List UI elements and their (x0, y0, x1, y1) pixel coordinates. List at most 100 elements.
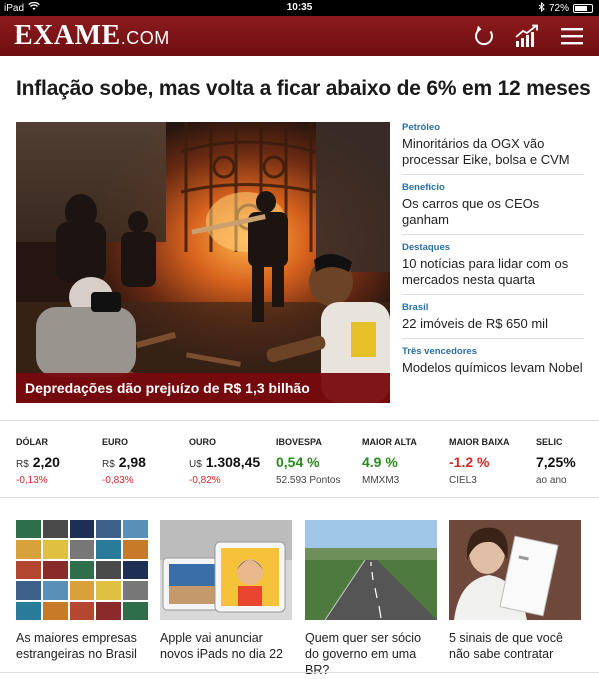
logo-tile (123, 520, 148, 539)
market-change: -0,83% (102, 475, 134, 486)
logo-tile (69, 520, 95, 539)
market-change: -0,13% (16, 475, 48, 486)
ipads-image (160, 520, 292, 620)
side-news-item[interactable]: Brasil 22 imóveis de R$ 650 mil (402, 302, 584, 339)
logo-tile (96, 540, 122, 559)
tile-thumbnail[interactable] (305, 520, 437, 620)
tile-caption[interactable]: Apple vai anunciar novos iPads no dia 22 (160, 630, 292, 662)
logo-tile (96, 560, 122, 580)
battery-icon (573, 4, 593, 13)
tile-article[interactable]: 5 sinais de que você não sabe contratar (449, 520, 581, 662)
logo-tile (69, 601, 95, 620)
market-label: SELIC (536, 437, 563, 447)
tile-article[interactable]: Apple vai anunciar novos iPads no dia 22 (160, 520, 292, 662)
tile-caption[interactable]: Quem quer ser sócio do governo em uma BR… (305, 630, 437, 678)
market-value: 0,54 % (276, 454, 320, 470)
logo-tile (16, 601, 41, 620)
market-sub: MMXM3 (362, 475, 400, 486)
tile-thumbnail[interactable] (449, 520, 581, 620)
logo-tile (42, 560, 68, 580)
main-headline[interactable]: Inflação sobe, mas volta a ficar abaixo … (16, 77, 591, 101)
side-news-title[interactable]: Modelos químicos levam Nobel (402, 360, 584, 376)
side-news-item[interactable]: Destaques 10 notícias para lidar com os … (402, 242, 584, 295)
market-label: MAIOR BAIXA (449, 437, 510, 447)
clock: 10:35 (286, 2, 313, 13)
side-news-kicker: Petróleo (402, 122, 441, 133)
logo-grid-image (16, 520, 148, 620)
market-maior-alta[interactable]: MAIOR ALTA 4.9 % MMXM3 (362, 437, 417, 486)
logo-tile (123, 560, 148, 580)
market-dolar[interactable]: DÓLAR R$ 2,20 -0,13% (16, 437, 60, 486)
market-euro[interactable]: EURO R$ 2,98 -0,83% (102, 437, 146, 486)
side-news-kicker: Três vencedores (402, 346, 477, 357)
tile-article[interactable]: As maiores empresas estrangeiras no Bras… (16, 520, 148, 662)
tile-caption[interactable]: 5 sinais de que você não sabe contratar (449, 630, 581, 662)
market-sub: CIEL3 (449, 475, 477, 486)
logo-tile (16, 581, 41, 600)
market-selic[interactable]: SELIC 7,25% ao ano (536, 437, 576, 486)
side-news-item[interactable]: Benefício Os carros que os CEOs ganham (402, 182, 584, 235)
market-value: U$ 1.308,45 (189, 454, 261, 470)
hero-caption[interactable]: Depredações dão prejuízo de R$ 1,3 bilhã… (16, 373, 390, 403)
market-indicators[interactable]: DÓLAR R$ 2,20 -0,13% EURO R$ 2,98 -0,83%… (0, 420, 599, 498)
hero-photo (16, 122, 390, 403)
side-news-kicker: Brasil (402, 302, 429, 313)
side-news-kicker: Destaques (402, 242, 451, 253)
exame-logo[interactable]: EXAME.COM (14, 20, 170, 52)
side-news-title[interactable]: 22 imóveis de R$ 650 mil (402, 316, 584, 332)
side-news-kicker: Benefício (402, 182, 445, 193)
side-news-title[interactable]: Os carros que os CEOs ganham (402, 196, 584, 228)
market-maior-baixa[interactable]: MAIOR BAIXA -1.2 % CIEL3 (449, 437, 510, 486)
logo-tile (42, 601, 68, 620)
hero-article[interactable]: Depredações dão prejuízo de R$ 1,3 bilhã… (16, 122, 390, 403)
market-value: R$ 2,20 (16, 454, 60, 470)
logo-tile (42, 520, 68, 539)
bluetooth-icon (538, 1, 545, 15)
footer-divider (0, 672, 599, 673)
market-label: IBOVESPA (276, 437, 322, 447)
status-bar: iPad 10:35 72% (0, 0, 599, 16)
logo-tile (69, 581, 95, 600)
side-news-title[interactable]: 10 notícias para lidar com os mercados n… (402, 256, 584, 288)
app-header: EXAME.COM (0, 16, 599, 56)
logo-tile (16, 520, 41, 539)
logo-tile (16, 560, 41, 580)
logo-tile (123, 581, 148, 600)
market-value: 4.9 % (362, 454, 398, 470)
market-value: R$ 2,98 (102, 454, 146, 470)
side-news-item[interactable]: Três vencedores Modelos químicos levam N… (402, 346, 584, 382)
market-ouro[interactable]: OURO U$ 1.308,45 -0,82% (189, 437, 260, 486)
side-news-item[interactable]: Petróleo Minoritários da OGX vão process… (402, 122, 584, 175)
recruiter-image (449, 520, 581, 620)
market-value: -1.2 % (449, 454, 490, 470)
logo-tile (69, 560, 95, 580)
market-ibovespa[interactable]: IBOVESPA 0,54 % 52.593 Pontos (276, 437, 341, 486)
side-news-title[interactable]: Minoritários da OGX vão processar Eike, … (402, 136, 584, 168)
refresh-icon[interactable] (472, 24, 498, 48)
chart-icon[interactable] (514, 24, 540, 48)
menu-icon[interactable] (560, 24, 586, 48)
logo-tile (69, 540, 95, 559)
tile-thumbnail[interactable] (16, 520, 148, 620)
market-label: EURO (102, 437, 129, 447)
logo-tile (123, 540, 148, 559)
market-sub: 52.593 Pontos (276, 475, 341, 486)
market-change: -0,82% (189, 475, 221, 486)
logo-tile (16, 540, 41, 559)
tile-thumbnail[interactable] (160, 520, 292, 620)
market-label: DÓLAR (16, 437, 48, 447)
logo-tile (42, 540, 68, 559)
battery-percent: 72% (548, 3, 569, 14)
logo-tile (42, 581, 68, 600)
tile-caption[interactable]: As maiores empresas estrangeiras no Bras… (16, 630, 148, 662)
market-value: 7,25% (536, 454, 576, 470)
tile-article[interactable]: Quem quer ser sócio do governo em uma BR… (305, 520, 437, 678)
highway-image (305, 520, 437, 620)
logo-tile (96, 520, 122, 539)
market-label: MAIOR ALTA (362, 437, 417, 447)
logo-tile (96, 581, 122, 600)
market-label: OURO (189, 437, 216, 447)
logo-tile (123, 601, 148, 620)
status-right: 72% (538, 1, 593, 15)
logo-tile (96, 601, 122, 620)
